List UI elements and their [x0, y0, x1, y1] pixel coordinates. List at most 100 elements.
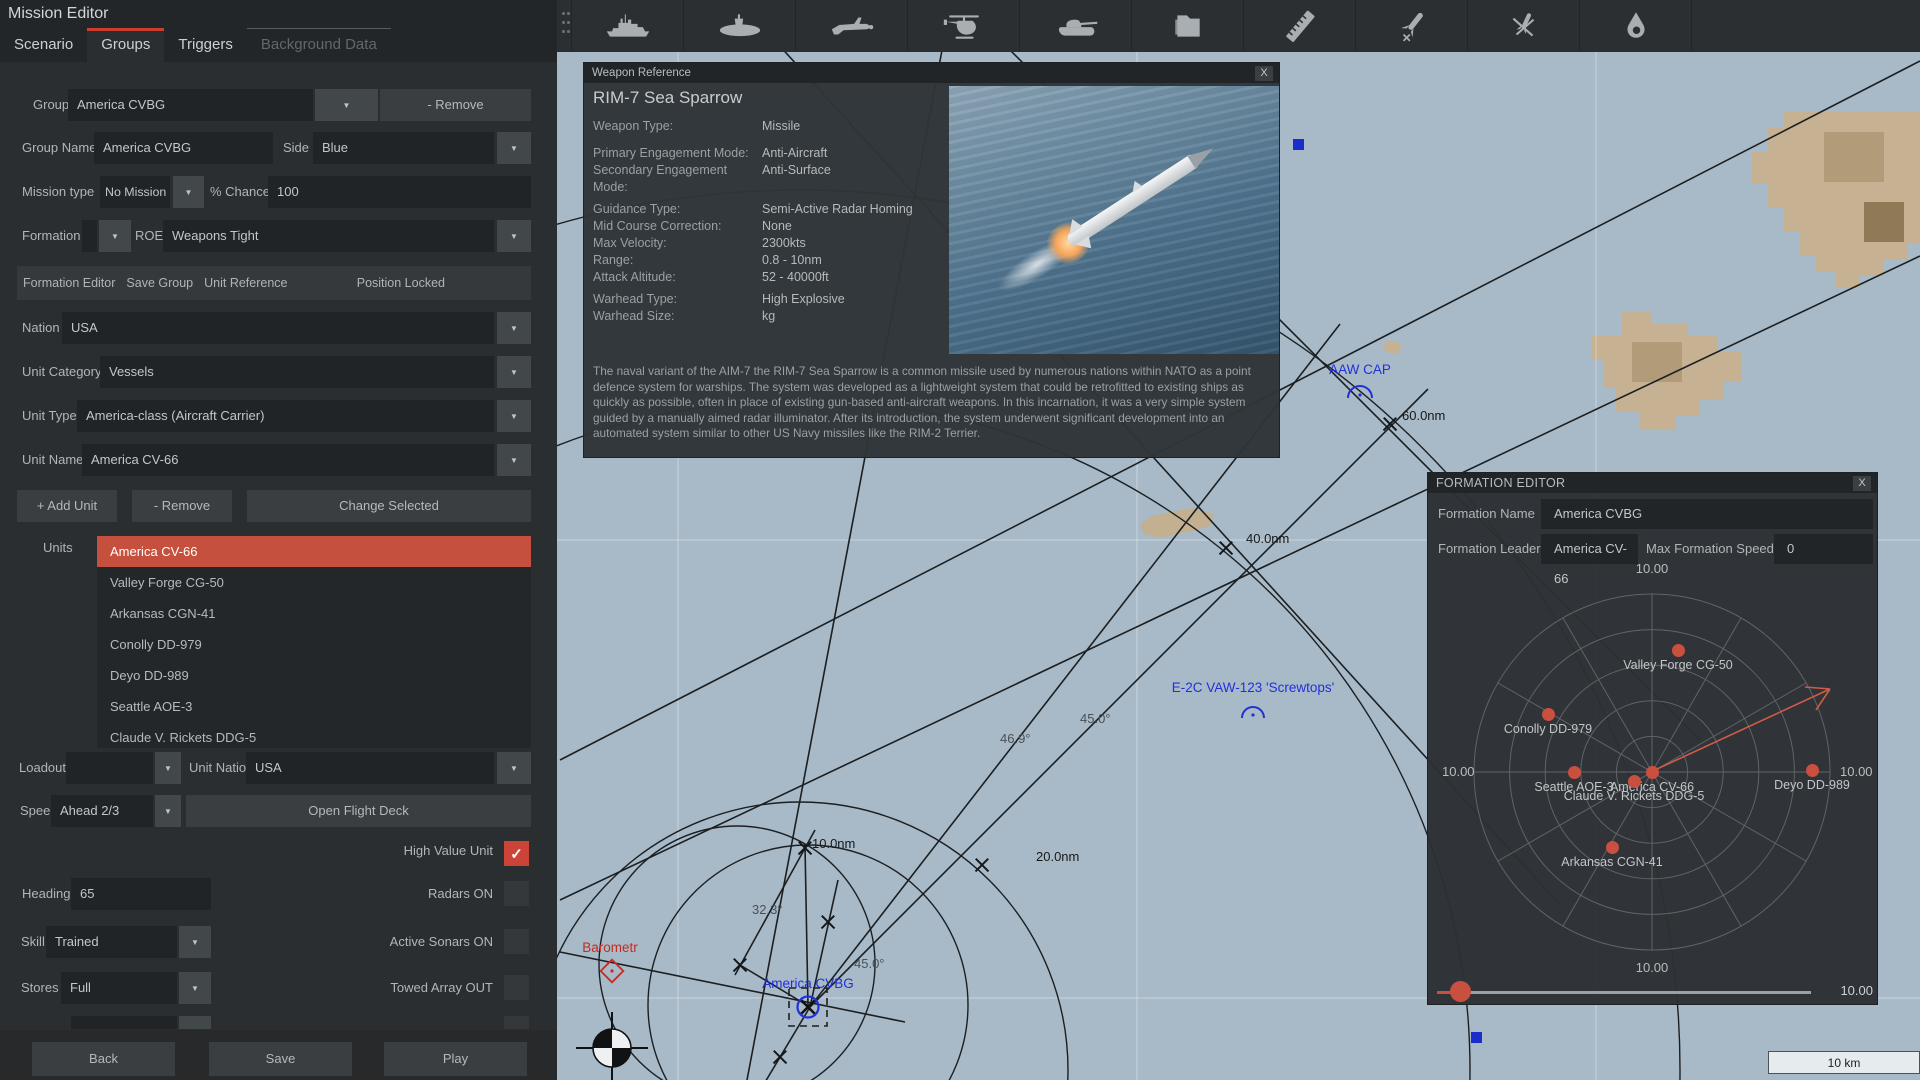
formation-dot-valley-forge-cg-50[interactable]: [1672, 644, 1685, 657]
subtool-save-group[interactable]: Save Group: [126, 276, 193, 290]
aircraft-tool-button[interactable]: [796, 0, 908, 52]
unit-type-label: Unit Type: [22, 408, 77, 423]
formation-select[interactable]: [82, 220, 97, 252]
unit-item-arkansas-cgn-41[interactable]: Arkansas CGN-41: [97, 598, 531, 629]
loadouts-dropdown-arrow-icon[interactable]: [155, 752, 181, 784]
subtool-unit-reference[interactable]: Unit Reference: [204, 276, 287, 290]
unit-name-dropdown-arrow-icon[interactable]: [497, 444, 531, 476]
air-defense-tool-button[interactable]: [1468, 0, 1580, 52]
chance-input[interactable]: 100: [268, 176, 531, 208]
formation-dot-deyo-dd-989[interactable]: [1806, 764, 1819, 777]
tab-background-data[interactable]: Background Data: [247, 28, 391, 62]
save-button[interactable]: Save: [209, 1042, 352, 1076]
unit-nation-dropdown-arrow-icon[interactable]: [497, 752, 531, 784]
side-select[interactable]: Blue: [313, 132, 494, 164]
spec-row: Max Velocity: 2300kts: [593, 235, 945, 252]
speed-select[interactable]: Ahead 2/3: [51, 795, 153, 827]
unit-item-seattle-aoe-3[interactable]: Seattle AOE-3: [97, 691, 531, 722]
formation-dot-label: Valley Forge CG-50: [1623, 658, 1733, 672]
formation-scale-value: 10.00: [1840, 983, 1873, 998]
tank-tool-button[interactable]: [1020, 0, 1132, 52]
formation-scale-slider-handle[interactable]: [1450, 981, 1471, 1002]
formation-dot-arkansas-cgn-41[interactable]: [1606, 841, 1619, 854]
nation-select[interactable]: USA: [62, 312, 494, 344]
unit-item-valley-forge-cg-50[interactable]: Valley Forge CG-50: [97, 567, 531, 598]
close-icon[interactable]: X: [1255, 65, 1273, 81]
towed-array-checkbox[interactable]: [504, 975, 529, 1000]
toolbar-icons: [571, 0, 1692, 52]
skill-select[interactable]: Trained: [46, 926, 177, 958]
spec-label: Warhead Size:: [593, 309, 675, 323]
loadouts-label: Loadouts: [19, 760, 73, 775]
units-list: America CV-66 Valley Forge CG-50 Arkansas …: [97, 536, 531, 748]
radars-checkbox[interactable]: [504, 881, 529, 906]
groups-select[interactable]: America CVBG: [68, 89, 313, 121]
range-label: 10.0nm: [812, 836, 856, 851]
map-unit-label-aaw-cap: AAW CAP: [1329, 362, 1391, 377]
mission-type-label: Mission type: [22, 184, 95, 199]
unit-category-dropdown-arrow-icon[interactable]: [497, 356, 531, 388]
tab-scenario[interactable]: Scenario: [0, 28, 87, 62]
unit-name-select[interactable]: America CV-66: [82, 444, 494, 476]
formation-scale-slider[interactable]: [1437, 991, 1811, 994]
speed-dropdown-arrow-icon[interactable]: [155, 795, 181, 827]
spec-row: Warhead Type: High Explosive: [593, 291, 945, 308]
high-value-unit-checkbox[interactable]: [504, 841, 529, 866]
back-button[interactable]: Back: [32, 1042, 175, 1076]
remove-unit-button[interactable]: - Remove: [132, 490, 232, 522]
unit-item-deyo-dd-989[interactable]: Deyo DD-989: [97, 660, 531, 691]
unit-item-america-cv-66[interactable]: America CV-66: [97, 536, 531, 567]
change-selected-button[interactable]: Change Selected: [247, 490, 531, 522]
remove-group-button[interactable]: - Remove: [380, 89, 531, 121]
loadouts-select[interactable]: [66, 752, 153, 784]
subtool-position-locked[interactable]: Position Locked: [357, 276, 445, 290]
roe-select[interactable]: Weapons Tight: [163, 220, 494, 252]
heading-input[interactable]: 65: [71, 878, 211, 910]
active-sonars-checkbox[interactable]: [504, 929, 529, 954]
add-unit-button[interactable]: + Add Unit: [17, 490, 117, 522]
open-flight-deck-button[interactable]: Open Flight Deck: [186, 795, 531, 827]
group-name-input[interactable]: America CVBG: [94, 132, 273, 164]
weapon-reference-titlebar[interactable]: Weapon Reference X: [584, 63, 1279, 83]
unit-category-select[interactable]: Vessels: [100, 356, 494, 388]
unit-type-select[interactable]: America-class (Aircraft Carrier): [77, 400, 494, 432]
radars-label: Radars ON: [427, 886, 493, 901]
unit-item-claude-v-rickets-ddg-5[interactable]: Claude V. Rickets DDG-5: [97, 722, 531, 748]
unit-item-conolly-dd-979[interactable]: Conolly DD-979: [97, 629, 531, 660]
stores-select[interactable]: Full: [61, 972, 177, 1004]
spec-row: Warhead Size: kg: [593, 308, 945, 325]
submarine-tool-button[interactable]: [684, 0, 796, 52]
eraser-icon: [1610, 9, 1662, 43]
helicopter-tool-button[interactable]: [908, 0, 1020, 52]
nation-dropdown-arrow-icon[interactable]: [497, 312, 531, 344]
side-dropdown-arrow-icon[interactable]: [497, 132, 531, 164]
formation-dot-seattle-aoe-3[interactable]: [1568, 766, 1581, 779]
angle-label: 45.0°: [854, 956, 885, 971]
formation-dot-conolly-dd-979[interactable]: [1542, 708, 1555, 721]
formation-dropdown-arrow-icon[interactable]: [99, 220, 131, 252]
mission-type-select[interactable]: No Mission: [100, 176, 170, 208]
subtool-formation-editor[interactable]: Formation Editor: [23, 276, 115, 290]
spec-value: 52 - 40000ft: [762, 270, 829, 284]
warship-tool-button[interactable]: [571, 0, 684, 52]
folder-tool-button[interactable]: [1132, 0, 1244, 52]
unit-nation-select[interactable]: USA: [246, 752, 494, 784]
ruler-tool-button[interactable]: [1244, 0, 1356, 52]
mission-type-dropdown-arrow-icon[interactable]: [173, 176, 204, 208]
unit-type-dropdown-arrow-icon[interactable]: [497, 400, 531, 432]
toolbar-drag-handle-icon[interactable]: [557, 0, 571, 52]
active-sonars-label: Active Sonars ON: [389, 934, 493, 949]
groups-dropdown-arrow-icon[interactable]: [315, 89, 378, 121]
stores-dropdown-arrow-icon[interactable]: [179, 972, 211, 1004]
tab-groups[interactable]: Groups: [87, 28, 165, 62]
spec-label: Primary Engagement Mode:: [593, 146, 749, 160]
roe-dropdown-arrow-icon[interactable]: [497, 220, 531, 252]
map-unit-label-america-cvbg: America CVBG: [762, 976, 854, 991]
missile-tool-button[interactable]: [1356, 0, 1468, 52]
play-button[interactable]: Play: [384, 1042, 527, 1076]
eraser-tool-button[interactable]: [1580, 0, 1692, 52]
formation-dot-claude-v-rickets-ddg-5[interactable]: [1628, 775, 1641, 788]
tab-triggers[interactable]: Triggers: [164, 28, 246, 62]
formation-dot-america-cv-66[interactable]: [1646, 766, 1659, 779]
skill-dropdown-arrow-icon[interactable]: [179, 926, 211, 958]
